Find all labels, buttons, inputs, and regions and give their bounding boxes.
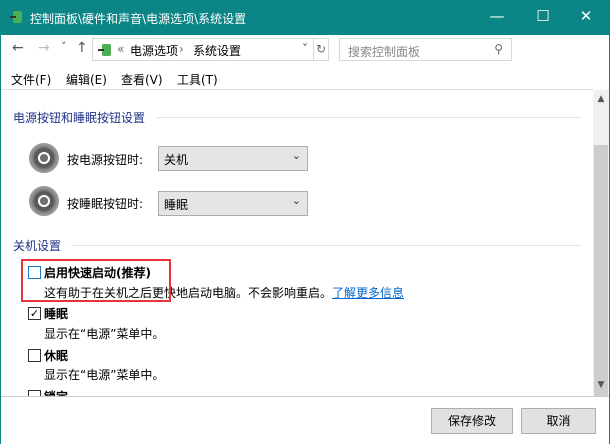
chevron-down-icon: ⌄ bbox=[291, 194, 301, 207]
recent-locations-button[interactable]: ˅ bbox=[61, 40, 67, 53]
forward-button[interactable]: → bbox=[38, 40, 50, 56]
vertical-scrollbar[interactable]: ▲ ▼ bbox=[593, 90, 609, 400]
window: 控制面板\硬件和声音\电源选项\系统设置 — ☐ ✕ ← → ˅ ↑ « 电源选… bbox=[0, 0, 610, 444]
back-button[interactable]: ← bbox=[12, 40, 24, 56]
highlight-box bbox=[21, 259, 171, 302]
power-button-value: 关机 bbox=[164, 153, 189, 167]
power-options-icon bbox=[98, 44, 111, 56]
power-options-icon bbox=[10, 11, 22, 23]
minimize-button[interactable]: — bbox=[474, 1, 520, 31]
footer: 保存修改 取消 bbox=[1, 396, 609, 444]
divider bbox=[156, 117, 581, 118]
refresh-button[interactable]: ↻ bbox=[313, 38, 329, 61]
window-title: 控制面板\硬件和声音\电源选项\系统设置 bbox=[30, 12, 247, 26]
sleep-desc: 显示在“电源”菜单中。 bbox=[44, 327, 165, 341]
menu-edit[interactable]: 编辑(E) bbox=[66, 71, 107, 88]
sleep-button-label: 按睡眠按钮时: bbox=[67, 197, 144, 211]
chevron-down-icon: ⌄ bbox=[291, 149, 301, 162]
section-heading-shutdown: 关机设置 bbox=[13, 239, 62, 253]
power-button-label: 按电源按钮时: bbox=[67, 153, 144, 167]
divider bbox=[71, 245, 581, 246]
breadcrumb-power-options[interactable]: 电源选项 bbox=[130, 42, 178, 59]
navigation-bar: ← → ˅ ↑ « 电源选项 › 系统设置 ˅ ↻ 搜索控制面板 ⚲ bbox=[1, 35, 609, 63]
menu-file[interactable]: 文件(F) bbox=[11, 71, 51, 88]
hibernate-label[interactable]: 休眠 bbox=[44, 347, 68, 364]
address-bar[interactable]: « 电源选项 › 系统设置 ˅ bbox=[92, 38, 329, 61]
hibernate-desc: 显示在“电源”菜单中。 bbox=[44, 368, 165, 382]
sleep-checkbox[interactable]: ✓ bbox=[28, 307, 41, 320]
address-dropdown[interactable]: ˅ bbox=[302, 42, 308, 56]
sleep-button-icon bbox=[29, 186, 59, 216]
settings-content: 电源按钮和睡眠按钮设置 按电源按钮时: 关机 ⌄ 按睡眠按钮时: 睡眠 ⌄ 关机设置… bbox=[1, 90, 593, 396]
menu-view[interactable]: 查看(V) bbox=[121, 71, 163, 88]
lock-label[interactable]: 锁定 bbox=[44, 388, 68, 396]
scroll-down-icon[interactable]: ▼ bbox=[593, 380, 609, 390]
hibernate-checkbox[interactable] bbox=[28, 349, 41, 362]
sleep-label[interactable]: 睡眠 bbox=[44, 305, 68, 322]
scrollbar-thumb[interactable] bbox=[594, 145, 608, 400]
learn-more-link[interactable]: 了解更多信息 bbox=[332, 286, 404, 300]
power-button-select[interactable]: 关机 ⌄ bbox=[158, 146, 308, 171]
breadcrumb-system-settings[interactable]: 系统设置 bbox=[193, 42, 241, 59]
sleep-button-value: 睡眠 bbox=[164, 198, 189, 212]
menu-bar: 文件(F) 编辑(E) 查看(V) 工具(T) bbox=[1, 67, 609, 89]
search-input[interactable]: 搜索控制面板 ⚲ bbox=[339, 38, 512, 61]
overflow-chevron[interactable]: « bbox=[117, 42, 124, 56]
menu-tools[interactable]: 工具(T) bbox=[177, 71, 218, 88]
section-heading-power-buttons: 电源按钮和睡眠按钮设置 bbox=[13, 111, 146, 125]
search-placeholder: 搜索控制面板 bbox=[348, 45, 421, 59]
power-button-icon bbox=[29, 143, 59, 173]
search-icon[interactable]: ⚲ bbox=[494, 42, 503, 56]
title-bar: 控制面板\硬件和声音\电源选项\系统设置 — ☐ ✕ bbox=[1, 1, 609, 35]
up-button[interactable]: ↑ bbox=[76, 40, 88, 56]
breadcrumb-separator[interactable]: › bbox=[179, 42, 184, 56]
maximize-button[interactable]: ☐ bbox=[520, 1, 566, 31]
save-button[interactable]: 保存修改 bbox=[431, 408, 513, 434]
cancel-button[interactable]: 取消 bbox=[521, 408, 596, 434]
scroll-up-icon[interactable]: ▲ bbox=[593, 94, 609, 104]
close-button[interactable]: ✕ bbox=[563, 1, 609, 31]
sleep-button-select[interactable]: 睡眠 ⌄ bbox=[158, 191, 308, 216]
